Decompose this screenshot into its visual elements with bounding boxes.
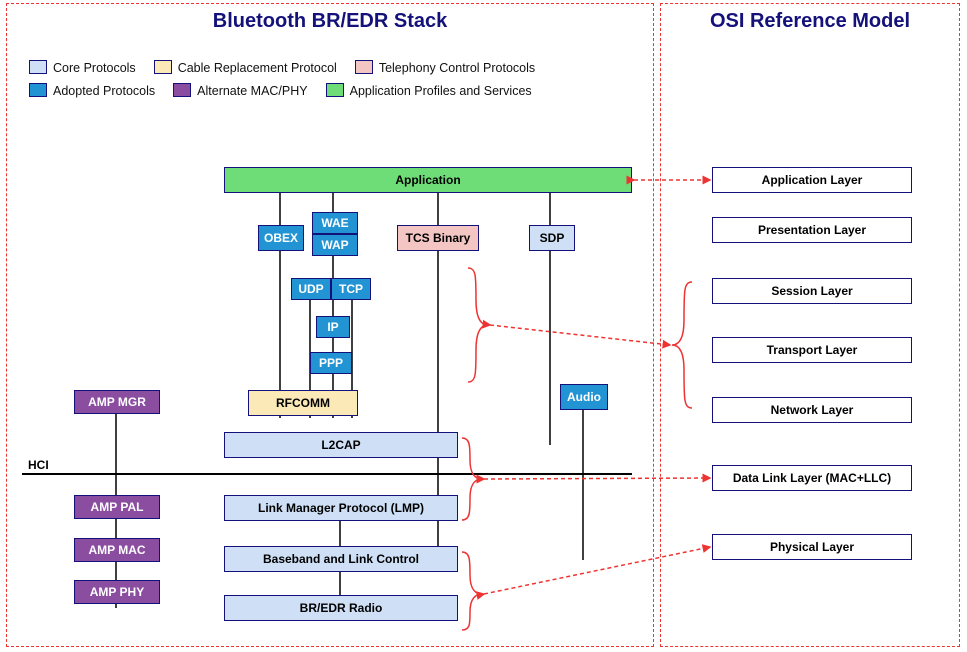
osi-network: Network Layer [712, 397, 912, 423]
osi-presentation: Presentation Layer [712, 217, 912, 243]
osi-transport: Transport Layer [712, 337, 912, 363]
hci-label: HCI [28, 458, 49, 472]
box-application: Application [224, 167, 632, 193]
hci-line [22, 473, 632, 475]
box-tcs: TCS Binary [397, 225, 479, 251]
legend-core: Core Protocols [29, 60, 136, 75]
box-audio: Audio [560, 384, 608, 410]
legend-app-profiles: Application Profiles and Services [326, 83, 532, 98]
osi-datalink: Data Link Layer (MAC+LLC) [712, 465, 912, 491]
box-amp-pal: AMP PAL [74, 495, 160, 519]
box-amp-mgr: AMP MGR [74, 390, 160, 414]
box-sdp: SDP [529, 225, 575, 251]
box-lmp: Link Manager Protocol (LMP) [224, 495, 458, 521]
osi-physical: Physical Layer [712, 534, 912, 560]
box-tcp: TCP [331, 278, 371, 300]
box-amp-mac: AMP MAC [74, 538, 160, 562]
legend-amp: Alternate MAC/PHY [173, 83, 307, 98]
box-ppp: PPP [310, 352, 352, 374]
box-amp-phy: AMP PHY [74, 580, 160, 604]
osi-session: Session Layer [712, 278, 912, 304]
legend: Core Protocols Cable Replacement Protoco… [29, 60, 535, 106]
box-wae: WAE [312, 212, 358, 234]
box-l2cap: L2CAP [224, 432, 458, 458]
box-wap: WAP [312, 234, 358, 256]
legend-adopted: Adopted Protocols [29, 83, 155, 98]
legend-telephony: Telephony Control Protocols [355, 60, 535, 75]
box-obex: OBEX [258, 225, 304, 251]
osi-application: Application Layer [712, 167, 912, 193]
box-baseband: Baseband and Link Control [224, 546, 458, 572]
left-panel-title: Bluetooth BR/EDR Stack [7, 10, 653, 33]
box-udp: UDP [291, 278, 331, 300]
right-panel-title: OSI Reference Model [661, 10, 959, 33]
box-radio: BR/EDR Radio [224, 595, 458, 621]
legend-cable: Cable Replacement Protocol [154, 60, 337, 75]
box-rfcomm: RFCOMM [248, 390, 358, 416]
box-ip: IP [316, 316, 350, 338]
